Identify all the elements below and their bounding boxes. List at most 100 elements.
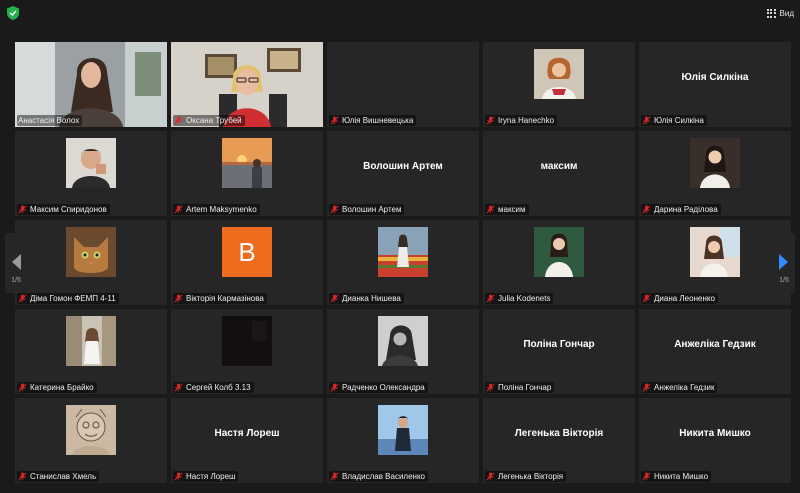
participant-name-label: Никита Мишко xyxy=(641,471,712,482)
mic-muted-icon xyxy=(486,205,495,214)
participant-tile[interactable]: Анастасія Волох xyxy=(15,42,167,127)
participant-tile[interactable]: Анжеліка Гедзик Анжеліка Гедзик xyxy=(639,309,791,394)
participant-name: Волошин Артем xyxy=(342,205,402,214)
participant-display-name: Легенька Вікторія xyxy=(514,428,604,439)
participant-display-name: Поліна Гончар xyxy=(523,339,595,350)
participant-tile[interactable]: Юлія Силкіна Юлія Силкіна xyxy=(639,42,791,127)
mic-muted-icon xyxy=(642,383,651,392)
participant-name-label: Легенька Вікторія xyxy=(485,471,567,482)
profile-picture xyxy=(66,316,116,366)
participant-name-label: Вікторія Кармазінова xyxy=(173,293,267,304)
participant-name-label: Діма Гомон ФЕМП 4-11 xyxy=(17,293,119,304)
participant-name: Julia Kodenets xyxy=(498,294,551,303)
participant-display-name: Анжеліка Гедзик xyxy=(674,339,756,350)
participant-tile[interactable]: Настя Лореш Настя Лореш xyxy=(171,398,323,483)
participant-name-label: Анжеліка Гедзик xyxy=(641,382,718,393)
participant-display-name: Волошин Артем xyxy=(363,161,443,172)
profile-picture xyxy=(66,405,116,455)
participant-tile[interactable]: Катерина Брайко xyxy=(15,309,167,394)
participant-tile[interactable]: Діма Гомон ФЕМП 4-11 xyxy=(15,220,167,305)
participant-name: Дарина Раділова xyxy=(654,205,718,214)
page-indicator-left: 1/6 xyxy=(11,277,21,284)
participant-name: Легенька Вікторія xyxy=(498,472,564,481)
participant-tile[interactable]: Artem Maksymenko xyxy=(171,131,323,216)
participant-tile[interactable]: Дарина Раділова xyxy=(639,131,791,216)
participant-name: Радченко Олександра xyxy=(342,383,425,392)
participant-tile[interactable]: Никита Мишко Никита Мишко xyxy=(639,398,791,483)
participant-name-label: Волошин Артем xyxy=(329,204,405,215)
mic-muted-icon xyxy=(330,116,339,125)
participant-name: Оксана Трубей xyxy=(186,116,242,125)
participant-tile[interactable]: Станислав Хмель xyxy=(15,398,167,483)
mic-muted-icon xyxy=(642,116,651,125)
profile-picture xyxy=(534,227,584,277)
participant-tile[interactable]: Юлія Вишневецька xyxy=(327,42,479,127)
participants-gallery: Анастасія Волох Оксана Трубей Юлія Вишнев… xyxy=(15,42,791,483)
participant-tile[interactable]: Радченко Олександра xyxy=(327,309,479,394)
mic-muted-icon xyxy=(174,116,183,125)
participant-tile[interactable]: Волошин Артем Волошин Артем xyxy=(327,131,479,216)
mic-muted-icon xyxy=(642,294,651,303)
view-button[interactable]: Вид xyxy=(766,5,794,21)
mic-muted-icon xyxy=(174,294,183,303)
participant-name: Никита Мишко xyxy=(654,472,709,481)
participant-name-label: Julia Kodenets xyxy=(485,293,554,304)
participant-name-label: Владислав Василенко xyxy=(329,471,429,482)
mic-muted-icon xyxy=(18,205,27,214)
previous-page-button[interactable]: 1/6 xyxy=(5,233,27,293)
mic-muted-icon xyxy=(642,472,651,481)
participant-name: Юлія Силкіна xyxy=(654,116,704,125)
next-page-button[interactable]: 1/6 xyxy=(773,233,795,293)
participant-name-label: Дарина Раділова xyxy=(641,204,721,215)
participant-name-label: Станислав Хмель xyxy=(17,471,100,482)
top-bar: Вид xyxy=(0,0,800,26)
participant-name-label: Максим Спиридонов xyxy=(17,204,110,215)
mic-muted-icon xyxy=(486,294,495,303)
participant-tile[interactable]: Диана Леоненко xyxy=(639,220,791,305)
participant-tile[interactable]: Максим Спиридонов xyxy=(15,131,167,216)
profile-picture xyxy=(690,227,740,277)
participant-name: Дианка Нишева xyxy=(342,294,401,303)
security-shield-icon[interactable] xyxy=(6,5,20,21)
participant-tile[interactable]: Сергей Колб 3.13 xyxy=(171,309,323,394)
participant-name: Владислав Василенко xyxy=(342,472,426,481)
participant-name-label: Дианка Нишева xyxy=(329,293,404,304)
participant-name: Вікторія Кармазінова xyxy=(186,294,264,303)
participant-tile[interactable]: Владислав Василенко xyxy=(327,398,479,483)
avatar-letter: B xyxy=(238,236,256,267)
participant-name: Станислав Хмель xyxy=(30,472,97,481)
participant-tile[interactable]: B Вікторія Кармазінова xyxy=(171,220,323,305)
participant-display-name: максим xyxy=(540,161,578,172)
profile-picture xyxy=(222,316,272,366)
participant-name: максим xyxy=(498,205,526,214)
participant-name-label: максим xyxy=(485,204,529,215)
profile-picture xyxy=(378,227,428,277)
participant-tile[interactable]: Легенька Вікторія Легенька Вікторія xyxy=(483,398,635,483)
participant-name-label: Настя Лореш xyxy=(173,471,239,482)
arrow-left-icon xyxy=(12,254,21,270)
participant-tile[interactable]: Iryna Hanechko xyxy=(483,42,635,127)
participant-name-label: Iryna Hanechko xyxy=(485,115,558,126)
participant-name-label: Анастасія Волох xyxy=(17,115,83,126)
participant-tile[interactable]: Поліна Гончар Поліна Гончар xyxy=(483,309,635,394)
participant-name: Iryna Hanechko xyxy=(498,116,555,125)
profile-picture xyxy=(222,138,272,188)
participant-name-label: Радченко Олександра xyxy=(329,382,428,393)
page-indicator-right: 1/6 xyxy=(779,277,789,284)
participant-name-label: Оксана Трубей xyxy=(173,115,245,126)
participant-name-label: Artem Maksymenko xyxy=(173,204,260,215)
participant-tile[interactable]: максим максим xyxy=(483,131,635,216)
participant-name-label: Диана Леоненко xyxy=(641,293,718,304)
participant-name-label: Юлія Вишневецька xyxy=(329,115,417,126)
participant-tile[interactable]: Дианка Нишева xyxy=(327,220,479,305)
mic-muted-icon xyxy=(330,472,339,481)
view-label: Вид xyxy=(779,8,794,18)
participant-tile[interactable]: Оксана Трубей xyxy=(171,42,323,127)
profile-picture xyxy=(378,316,428,366)
participant-name: Діма Гомон ФЕМП 4-11 xyxy=(30,294,116,303)
mic-muted-icon xyxy=(486,116,495,125)
participant-tile[interactable]: Julia Kodenets xyxy=(483,220,635,305)
mic-muted-icon xyxy=(330,205,339,214)
mic-muted-icon xyxy=(330,294,339,303)
avatar: B xyxy=(222,227,272,277)
